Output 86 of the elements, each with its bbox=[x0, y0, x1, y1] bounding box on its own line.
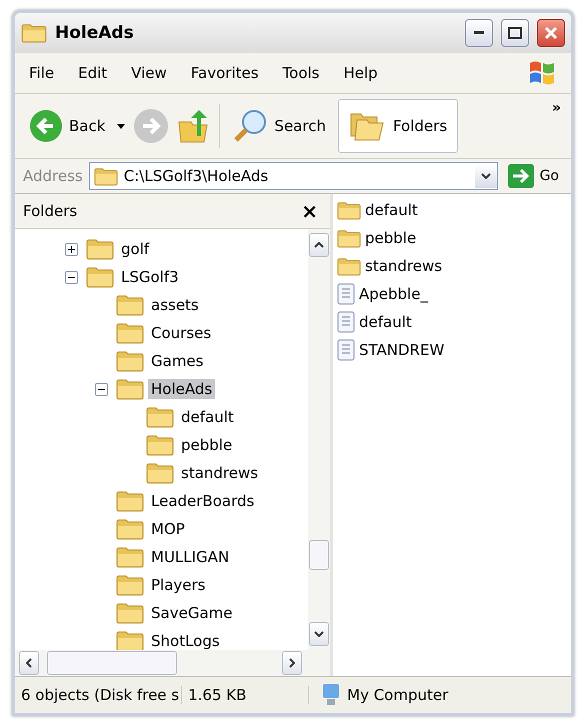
address-field[interactable]: C:\LSGolf3\HoleAds bbox=[88, 162, 498, 190]
scroll-right-button[interactable] bbox=[282, 651, 302, 675]
folder-icon bbox=[337, 228, 361, 248]
folder-icon bbox=[116, 574, 144, 596]
tree-item[interactable]: Players bbox=[148, 575, 208, 595]
folder-icon bbox=[116, 546, 144, 568]
folder-icon bbox=[94, 166, 118, 186]
folder-icon bbox=[116, 630, 144, 650]
status-zone: My Computer bbox=[347, 686, 448, 704]
collapse-icon[interactable] bbox=[65, 270, 78, 284]
folder-icon bbox=[21, 23, 47, 43]
folder-icon bbox=[337, 200, 361, 220]
tree-item[interactable]: default bbox=[178, 407, 237, 427]
search-icon bbox=[232, 108, 268, 144]
folder-icon bbox=[116, 602, 144, 624]
scroll-left-button[interactable] bbox=[19, 651, 39, 675]
file-name[interactable]: pebble bbox=[365, 229, 416, 247]
maximize-button[interactable] bbox=[501, 19, 529, 47]
scrollbar-thumb[interactable] bbox=[47, 651, 177, 675]
minimize-icon bbox=[474, 31, 484, 35]
close-button[interactable] bbox=[537, 19, 565, 47]
status-text: 6 objects (Disk free s bbox=[15, 686, 182, 704]
status-size: 1.65 KB bbox=[182, 686, 310, 704]
file-name[interactable]: STANDREW bbox=[359, 341, 444, 359]
document-icon bbox=[337, 283, 355, 305]
search-button[interactable]: Search bbox=[228, 104, 330, 148]
menu-item[interactable]: Help bbox=[344, 64, 378, 82]
tree-item[interactable]: golf bbox=[118, 239, 152, 259]
window-title: HoleAds bbox=[55, 23, 135, 43]
folder-icon bbox=[337, 256, 361, 276]
address-label: Address bbox=[23, 167, 83, 185]
folder-icon bbox=[146, 434, 174, 456]
maximize-icon bbox=[508, 27, 522, 39]
folder-icon bbox=[116, 294, 144, 316]
back-button[interactable]: Back bbox=[25, 105, 110, 147]
scroll-up-button[interactable] bbox=[309, 233, 329, 257]
menu-item[interactable]: Favorites bbox=[190, 64, 259, 82]
folder-icon bbox=[116, 518, 144, 540]
more-button[interactable]: » bbox=[552, 100, 561, 116]
close-icon bbox=[544, 26, 558, 40]
up-caret-icon bbox=[314, 242, 324, 248]
folder-icon bbox=[86, 238, 114, 260]
expand-icon[interactable] bbox=[65, 242, 78, 256]
computer-icon bbox=[321, 683, 342, 707]
folder-icon bbox=[116, 350, 144, 372]
tree-item[interactable]: Games bbox=[148, 351, 206, 371]
down-caret-icon bbox=[314, 631, 324, 637]
go-button[interactable]: Go bbox=[504, 164, 563, 188]
tree-item[interactable]: SaveGame bbox=[148, 603, 236, 623]
folder-icon bbox=[116, 378, 144, 400]
right-caret-icon bbox=[289, 658, 295, 668]
collapse-icon[interactable] bbox=[95, 382, 108, 396]
menu-item[interactable]: Tools bbox=[282, 64, 320, 82]
file-name[interactable]: default bbox=[359, 313, 412, 331]
file-name[interactable]: default bbox=[365, 201, 418, 219]
menu-item[interactable]: Edit bbox=[78, 64, 108, 82]
menu-item[interactable]: File bbox=[29, 64, 54, 82]
folder-icon bbox=[116, 490, 144, 512]
menu-item[interactable]: View bbox=[131, 64, 167, 82]
pane-title: Folders bbox=[23, 202, 78, 220]
scrollbar-thumb[interactable] bbox=[309, 540, 329, 570]
folder-icon bbox=[116, 322, 144, 344]
tree-item[interactable]: LeaderBoards bbox=[148, 491, 258, 511]
folder-icon bbox=[86, 266, 114, 288]
tree-item[interactable]: standrews bbox=[178, 463, 262, 483]
tree-item[interactable]: pebble bbox=[178, 435, 236, 455]
tree-item[interactable]: assets bbox=[148, 295, 202, 315]
folder-icon bbox=[146, 406, 174, 428]
document-icon bbox=[337, 311, 355, 333]
document-icon bbox=[337, 339, 355, 361]
tree-item[interactable]: HoleAds bbox=[148, 379, 216, 399]
folders-button[interactable]: Folders bbox=[338, 99, 458, 153]
tree-item[interactable]: LSGolf3 bbox=[118, 267, 182, 287]
scroll-down-button[interactable] bbox=[309, 622, 329, 646]
dropdown-icon[interactable] bbox=[117, 124, 126, 128]
tree-item[interactable]: MOP bbox=[148, 519, 188, 539]
tree-item[interactable]: ShotLogs bbox=[148, 631, 223, 650]
folder-icon bbox=[146, 462, 174, 484]
file-name[interactable]: standrews bbox=[365, 257, 442, 275]
tree-item[interactable]: MULLIGAN bbox=[148, 547, 232, 567]
dropdown-icon[interactable] bbox=[480, 173, 491, 179]
file-name[interactable]: Apebble_ bbox=[359, 285, 428, 303]
minimize-button[interactable] bbox=[465, 19, 493, 47]
close-pane-button[interactable]: × bbox=[301, 199, 318, 223]
left-caret-icon bbox=[26, 658, 32, 668]
tree-item[interactable]: Courses bbox=[148, 323, 214, 343]
